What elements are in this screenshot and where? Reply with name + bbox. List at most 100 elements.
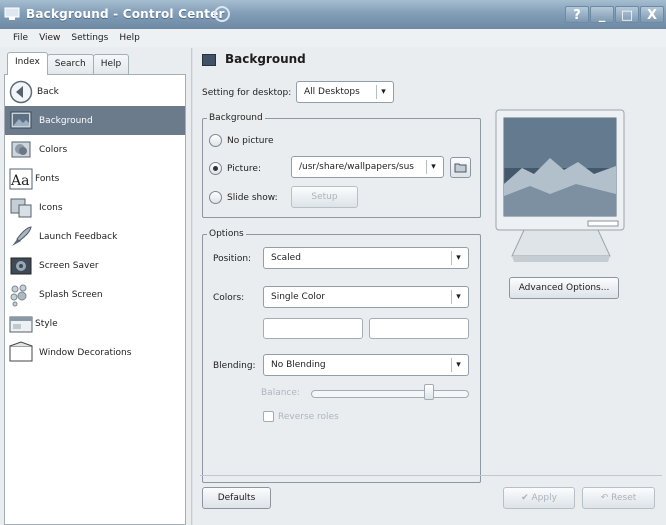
folder-open-icon [454,163,467,173]
icons-icon [10,198,32,217]
sidebar-item-style[interactable]: Style [5,309,185,338]
sidebar-tabs: Index Search Help [7,52,130,75]
maximize-button[interactable]: □ [615,6,639,23]
picture-path-value: /usr/share/wallpapers/sus [299,162,414,172]
launch-feedback-icon [12,225,32,246]
setting-for-value: All Desktops [304,87,360,97]
menu-view[interactable]: View [39,33,60,43]
tab-help[interactable]: Help [92,54,130,75]
tab-index[interactable]: Index [7,52,48,75]
sidebar-item-label: Colors [39,144,68,155]
colors-label: Colors: [213,293,245,303]
no-picture-label: No picture [227,135,274,146]
sidebar-item-launch-feedback[interactable]: Launch Feedback [5,222,185,251]
style-icon [9,316,33,332]
picture-path-select[interactable]: /usr/share/wallpapers/sus ▾ [291,156,444,178]
sidebar: Index Search Help Back Background Colors… [4,52,190,525]
balance-slider-track[interactable] [311,390,469,398]
reset-button[interactable]: ↶ Reset [582,487,655,509]
picture-radio[interactable]: Picture: [209,162,261,175]
options-group: Options Position: Scaled ▾ Colors: Singl… [202,229,481,483]
background-group: Background No picture Picture: /usr/shar… [202,113,481,218]
position-value: Scaled [271,253,301,263]
primary-color-button[interactable] [263,318,363,339]
picture-label: Picture: [227,163,261,174]
reverse-roles-label: Reverse roles [278,412,339,422]
splash-screen-icon [10,284,27,306]
chevron-down-icon: ▾ [451,251,465,265]
sidebar-item-window-decorations[interactable]: Window Decorations [5,338,185,367]
sidebar-item-colors[interactable]: Colors [5,135,185,164]
open-picture-button[interactable] [450,157,471,178]
menu-bar: File View Settings Help [0,29,666,47]
options-group-title: Options [207,229,246,239]
radio-circle-selected [209,162,222,175]
reverse-roles-checkbox[interactable] [263,411,274,422]
sidebar-item-label: Fonts [35,173,60,184]
advanced-options-button[interactable]: Advanced Options... [509,277,619,299]
secondary-color-button[interactable] [369,318,469,339]
setup-button[interactable]: Setup [291,186,358,208]
control-center-icon [4,7,20,20]
setting-for-desktop-select[interactable]: All Desktops ▾ [296,81,394,103]
menu-settings[interactable]: Settings [71,33,108,43]
position-label: Position: [213,254,252,264]
sidebar-item-screen-saver[interactable]: Screen Saver [5,251,185,280]
page-title: Background [225,52,306,66]
sidebar-item-label: Window Decorations [39,347,132,358]
reset-label: Reset [611,493,637,503]
minimize-button[interactable]: _ [590,6,614,23]
module-list: Back Background Colors Aa Fonts Icons La… [4,74,186,525]
blending-value: No Blending [271,360,326,370]
sidebar-item-label: Splash Screen [39,289,103,300]
sidebar-item-label: Back [37,86,59,97]
menu-help[interactable]: Help [119,33,140,43]
menu-file[interactable]: File [13,33,28,43]
chevron-down-icon: ▾ [451,290,465,304]
pin-icon[interactable] [214,6,230,22]
sidebar-item-label: Style [35,318,58,329]
back-arrow-icon [9,80,33,103]
no-picture-radio[interactable]: No picture [209,134,274,147]
background-header-icon [202,54,216,66]
position-select[interactable]: Scaled ▾ [263,247,469,269]
window-controls: ? _ □ X [565,6,664,23]
balance-label: Balance: [261,388,300,398]
title-bar[interactable]: Background - Control Center ? _ □ X [0,0,666,29]
undo-icon: ↶ [600,493,612,503]
sidebar-item-back[interactable]: Back [5,77,185,106]
defaults-label: Defaults [217,493,256,503]
defaults-button[interactable]: Defaults [202,487,271,509]
fonts-icon: Aa [9,168,33,189]
setting-for-label: Setting for desktop: [202,88,292,98]
panel-splitter[interactable] [191,48,193,525]
apply-label: Apply [531,493,557,503]
background-group-title: Background [207,113,265,123]
chevron-down-icon: ▾ [426,160,440,174]
blending-label: Blending: [213,361,256,371]
blending-select[interactable]: No Blending ▾ [263,354,469,376]
chevron-down-icon: ▾ [451,358,465,372]
window-decorations-icon [9,340,33,361]
sidebar-item-splash-screen[interactable]: Splash Screen [5,280,185,309]
main-panel: Background Setting for desktop: All Desk… [196,48,666,525]
help-window-button[interactable]: ? [565,6,589,23]
slide-show-radio[interactable]: Slide show: [209,191,278,204]
close-button[interactable]: X [640,6,664,23]
sidebar-item-icons[interactable]: Icons [5,193,185,222]
radio-circle [209,191,222,204]
balance-slider-handle[interactable] [424,384,434,400]
sidebar-item-background[interactable]: Background [5,106,185,135]
sidebar-item-fonts[interactable]: Aa Fonts [5,164,185,193]
apply-button[interactable]: ✔ Apply [503,487,575,509]
check-icon: ✔ [521,493,532,503]
colors-value: Single Color [271,292,326,302]
radio-circle [209,134,222,147]
sidebar-item-label: Icons [39,202,63,213]
colors-select[interactable]: Single Color ▾ [263,286,469,308]
screen-saver-icon [10,257,32,274]
svg-text:Aa: Aa [10,173,29,189]
slide-show-label: Slide show: [227,192,278,203]
sidebar-item-label: Launch Feedback [39,231,118,242]
tab-search[interactable]: Search [46,54,94,75]
